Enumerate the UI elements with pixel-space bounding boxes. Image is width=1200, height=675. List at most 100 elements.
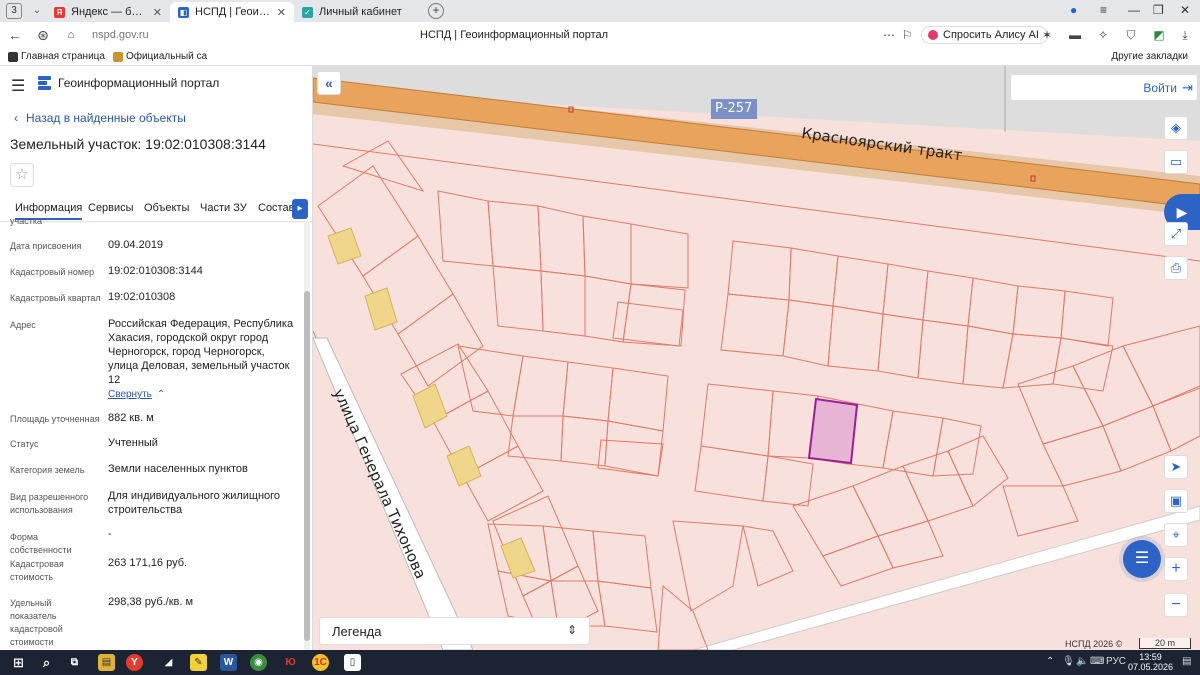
object-info-panel: ☰ Геоинформационный портал ‹ Назад в найд… [0,66,313,650]
other-bookmarks[interactable]: Другие закладки [1111,51,1188,62]
map-scale: 20 m [1139,638,1191,649]
tray-chevron-icon[interactable]: ⌃ [1046,656,1054,667]
tab-counter[interactable]: 3 [6,3,22,19]
ask-alice-button[interactable]: Спросить Алису AI [921,26,1048,44]
parcels-block-1 [317,140,599,642]
browser-tab-nspd[interactable]: ◧ НСПД | Геоинформацио ✕ [170,2,294,22]
search-location-button[interactable]: ⌖ [1164,523,1188,547]
address-bar: ← ⊛ ⌂ nspd.gov.ru НСПД | Геоинформационн… [0,22,1200,48]
parcels-block-2 [437,190,1114,392]
close-window-icon[interactable]: ✕ [1180,3,1190,17]
tab-parts[interactable]: Части ЗУ [200,202,247,214]
property-key: Статус [10,439,39,449]
privacy-icon[interactable]: ⊛ [34,27,52,44]
search-icon[interactable]: ⌕ [38,654,55,671]
print-button[interactable]: ⎙ [1164,256,1188,280]
panel-scrollbar[interactable] [304,221,310,650]
map-canvas[interactable]: Р-257 Красноярский тракт улица Генерала … [313,66,1200,650]
notes-icon[interactable]: ✎ [190,654,207,671]
word-icon[interactable]: W [220,654,237,671]
property-key: Вид разрешенного использования [10,492,89,515]
tab-composition[interactable]: Состав [258,202,294,214]
chevron-left-icon: ‹ [14,111,18,125]
property-key: Удельный показатель кадастровой стоимост… [10,598,63,647]
tab-list-chevron-icon[interactable]: ⌄ [28,3,46,19]
protect-icon[interactable]: ▬ [1068,28,1082,42]
microphone-icon[interactable]: 🎙 [1062,656,1075,667]
property-key: Кадастровый квартал [10,293,101,303]
back-to-results-link[interactable]: ‹ Назад в найденные объекты [14,111,186,125]
browser-tab-cabinet[interactable]: ✓ Личный кабинет [294,2,418,22]
language-indicator[interactable]: РУС [1106,656,1126,667]
property-key: Категория земель [10,465,85,475]
bookmark-icon[interactable]: ⚐ [900,28,914,42]
collapse-panel-button[interactable]: « [317,71,341,95]
1c-icon[interactable]: 1С [312,654,329,671]
portal-logo-icon [38,76,51,90]
chrome-icon[interactable]: ◉ [250,654,267,671]
volume-icon[interactable]: 🔈 [1076,656,1088,667]
layers-button[interactable]: ◈ [1164,116,1188,140]
zoom-out-button[interactable]: − [1164,593,1188,617]
puzzle-icon[interactable]: ✧ [1096,28,1110,42]
alice-icon [928,30,938,40]
cadastral-map [313,66,1200,650]
road-code-label: Р-257 [715,101,753,116]
tab-services[interactable]: Сервисы [88,202,134,214]
collapse-address-link[interactable]: Свернуть ⌃ [108,389,165,400]
minimize-icon[interactable]: — [1128,3,1140,17]
shield-icon[interactable]: ⛉ [1124,28,1138,42]
map-copyright: НСПД 2026 © [1065,639,1123,649]
more-icon[interactable]: ⋯ [882,28,896,42]
menu-icon[interactable]: ≡ [1100,3,1107,17]
page-title-display: НСПД | Геоинформационный портал [420,29,609,41]
parcel-title: Земельный участок: 19:02:010308:3144 [10,136,266,152]
emblem-icon [112,51,123,62]
notifications-icon[interactable]: ▤ [1182,656,1191,667]
yandex-browser-icon[interactable]: Y [126,654,143,671]
bookmark-official[interactable]: Официальный са [112,51,207,62]
bookmark-home[interactable]: Главная страница [8,51,105,62]
login-button[interactable]: Войти [1143,81,1177,95]
restore-icon[interactable]: ❐ [1153,3,1164,17]
download-icon[interactable]: ⤓ [1178,28,1192,42]
close-tab-icon[interactable]: ✕ [277,6,286,19]
consultant-icon[interactable]: Ю [282,654,299,671]
back-arrow-icon[interactable]: ← [6,27,24,43]
task-view-icon[interactable]: ⧉ [66,654,83,671]
zoom-in-button[interactable]: + [1164,557,1188,581]
expand-collapse-icon: ⇕ [566,623,577,637]
tab-objects[interactable]: Объекты [144,202,189,214]
browser-tab-yandex[interactable]: Я Яндекс — быстрый поиск ✕ [46,2,170,22]
document-icon[interactable]: ▯ [344,654,361,671]
close-tab-icon[interactable]: ✕ [153,6,162,19]
extension-icon[interactable]: ✶ [1040,28,1054,42]
ruler-button[interactable]: ▭ [1164,150,1188,174]
new-tab-button[interactable]: + [428,3,444,19]
clock[interactable]: 13:59 07.05.2026 [1128,652,1173,672]
basemap-button[interactable]: ▣ [1164,489,1188,513]
property-key: Площадь уточненная [10,414,100,424]
legend-toggle[interactable]: Легенда ⇕ [319,617,590,645]
windows-start-icon[interactable]: ⊞ [10,654,27,671]
property-value: 298,38 руб./кв. м [108,596,194,608]
property-key: Дата присвоения [10,241,82,251]
url-field[interactable]: nspd.gov.ru [92,29,149,41]
street-right [692,505,1200,650]
yandex-profile-icon[interactable]: ● [1070,3,1077,17]
share-button[interactable]: ⤢ [1164,222,1188,246]
file-explorer-icon[interactable]: ▤ [98,654,115,671]
scrollbar-thumb[interactable] [304,291,310,641]
browser-tabstrip: 3 ⌄ Я Яндекс — быстрый поиск ✕ ◧ НСПД | … [0,0,1200,22]
login-bar[interactable]: Войти ⇥ [1010,74,1198,101]
property-value: 09.04.2019 [108,239,164,251]
translate-icon[interactable]: ◩ [1152,28,1166,42]
hamburger-menu-icon[interactable]: ☰ [11,76,25,96]
network-icon[interactable]: ⌨ [1090,656,1104,667]
selected-parcel[interactable] [807,397,859,465]
lock-icon[interactable]: ⌂ [62,29,80,41]
locate-button[interactable]: ➤ [1164,455,1188,479]
app-icon[interactable]: ◢ [160,654,177,671]
chat-icon[interactable]: ☰ [1123,540,1161,578]
favorite-star-button[interactable]: ☆ [10,163,34,187]
